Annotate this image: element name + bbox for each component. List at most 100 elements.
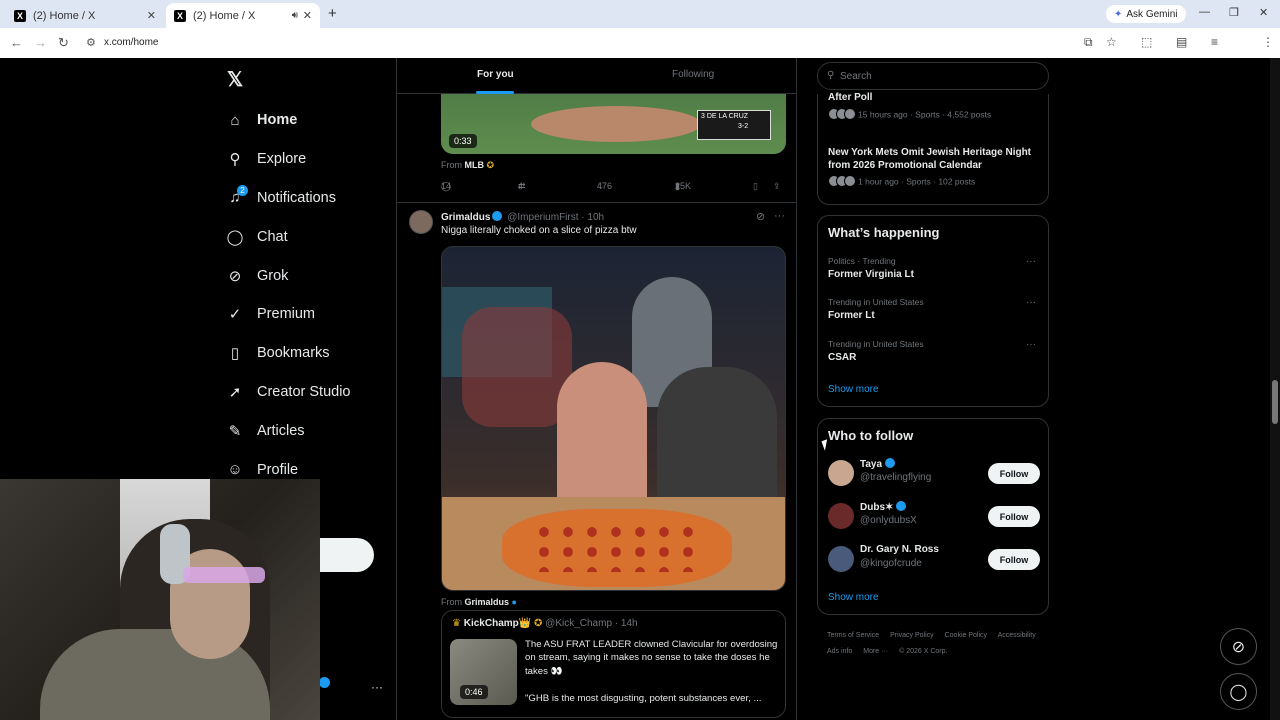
follow-suggestion[interactable]: Dr. Gary N. Ross @kingofcrude Follow bbox=[828, 544, 1040, 576]
close-icon[interactable]: ✕ bbox=[303, 9, 312, 22]
show-more-link[interactable]: Show more bbox=[828, 592, 879, 603]
url-field[interactable]: x.com/home bbox=[104, 37, 158, 48]
footer-link[interactable]: More ··· bbox=[863, 648, 888, 655]
nav-label: Home bbox=[257, 112, 298, 129]
browser-tab-2[interactable]: X (2) Home / X 🔊︎ ✕ bbox=[166, 3, 320, 28]
nav-item-articles[interactable]: ✎ Articles bbox=[225, 411, 351, 450]
media-icon[interactable]: ≡ bbox=[1211, 35, 1218, 49]
bookmark-icon[interactable]: ▯ bbox=[753, 181, 758, 192]
trend-item[interactable]: Trending in United States CSAR bbox=[828, 339, 924, 363]
nav-label: Profile bbox=[257, 461, 299, 478]
footer-link[interactable]: Cookie Policy bbox=[945, 632, 987, 639]
show-more-link[interactable]: Show more bbox=[828, 384, 879, 395]
footer-link[interactable]: Ads info bbox=[827, 648, 852, 655]
avatar[interactable] bbox=[828, 546, 854, 572]
user-name: Dubs✶ bbox=[860, 501, 907, 513]
quoted-video-thumbnail[interactable]: 0:46 bbox=[450, 639, 517, 705]
author-handle[interactable]: @ImperiumFirst bbox=[507, 212, 578, 223]
verified-gold-icon: ✪ bbox=[486, 160, 495, 170]
maximize-icon[interactable]: ❐ bbox=[1229, 6, 1239, 19]
nav-label: Premium bbox=[257, 306, 316, 323]
trend-meta: Trending in United States bbox=[828, 297, 924, 307]
nav-item-grok[interactable]: ⊘ Grok bbox=[225, 256, 351, 295]
follow-button[interactable]: Follow bbox=[988, 506, 1040, 527]
follow-suggestion[interactable]: Taya @travelingflying Follow bbox=[828, 458, 1040, 490]
star-icon[interactable]: ☆ bbox=[1106, 35, 1117, 49]
avatar[interactable] bbox=[409, 210, 433, 234]
nav-item-premium[interactable]: ✓ Premium bbox=[225, 295, 351, 334]
chat-fab[interactable]: ◯ bbox=[1220, 673, 1257, 710]
avatar[interactable] bbox=[828, 460, 854, 486]
nav-item-home[interactable]: ⌂ Home bbox=[225, 101, 351, 140]
footer-link[interactable]: Terms of Service bbox=[827, 632, 879, 639]
forward-icon[interactable]: → bbox=[34, 35, 47, 50]
nav-item-creator-studio[interactable]: ➚ Creator Studio bbox=[225, 373, 351, 412]
trend-item[interactable]: Politics · Trending Former Virginia Lt bbox=[828, 256, 914, 280]
window-close-icon[interactable]: ✕ bbox=[1259, 6, 1268, 19]
divider bbox=[397, 202, 796, 203]
search-input[interactable]: ⚲ Search bbox=[817, 62, 1049, 90]
more-icon[interactable]: ··· bbox=[1026, 256, 1036, 267]
trend-item[interactable]: After Poll 15 hours ago · Sports · 4,552… bbox=[828, 92, 991, 122]
ask-gemini-button[interactable]: ✦ Ask Gemini bbox=[1106, 5, 1186, 23]
follow-button[interactable]: Follow bbox=[988, 549, 1040, 570]
pizza-video[interactable] bbox=[441, 246, 786, 591]
card-title: Who to follow bbox=[828, 428, 914, 443]
person-icon: ☺ bbox=[227, 461, 243, 479]
user-name: Dr. Gary N. Ross bbox=[860, 544, 939, 555]
webcam-overlay bbox=[0, 479, 320, 720]
extensions-icon[interactable]: ⬚ bbox=[1141, 35, 1152, 49]
menu-icon[interactable]: ⋮ bbox=[1262, 35, 1274, 49]
tab-following[interactable]: Following bbox=[672, 69, 714, 80]
reload-icon[interactable]: ↻ bbox=[58, 35, 69, 51]
grok-icon[interactable]: ⊘ bbox=[756, 210, 765, 223]
back-icon[interactable]: ← bbox=[10, 35, 23, 50]
user-handle: @onlydubsX bbox=[860, 515, 917, 526]
avatar[interactable] bbox=[828, 503, 854, 529]
from-name[interactable]: Grimaldus bbox=[465, 597, 510, 607]
share-icon[interactable]: ⇪ bbox=[773, 181, 781, 192]
nav-item-explore[interactable]: ⚲ Explore bbox=[225, 140, 351, 179]
trend-title: After Poll bbox=[828, 92, 873, 103]
new-tab-icon[interactable]: + bbox=[328, 5, 337, 22]
more-icon[interactable]: ··· bbox=[774, 210, 785, 222]
x-logo-icon[interactable]: 𝕏 bbox=[227, 67, 243, 92]
post-time[interactable]: · 10h bbox=[581, 212, 604, 223]
more-icon[interactable]: ··· bbox=[1026, 297, 1036, 308]
footer-link[interactable]: Accessibility bbox=[998, 632, 1036, 639]
speaker-icon[interactable]: 🔊︎ bbox=[292, 10, 298, 21]
scrollbar-thumb[interactable] bbox=[1272, 380, 1278, 424]
footer-links: Terms of Service Privacy Policy Cookie P… bbox=[827, 628, 1047, 660]
nav-item-chat[interactable]: ◯ Chat bbox=[225, 217, 351, 256]
author-name[interactable]: Grimaldus bbox=[441, 212, 490, 223]
follow-suggestion[interactable]: Dubs✶ @onlydubsX Follow bbox=[828, 501, 1040, 533]
more-icon[interactable]: ··· bbox=[1026, 339, 1036, 350]
nav-item-bookmarks[interactable]: ▯ Bookmarks bbox=[225, 334, 351, 373]
trend-item[interactable]: Trending in United States Former Lt bbox=[828, 297, 924, 321]
background-crowd bbox=[462, 307, 572, 427]
trend-meta: Trending in United States bbox=[828, 339, 924, 349]
close-icon[interactable]: ✕ bbox=[147, 9, 156, 22]
quoted-post[interactable]: ♛ KickChamp👑 ✪ @Kick_Champ · 14h 0:46 Th… bbox=[441, 610, 786, 718]
chat-icon: ◯ bbox=[226, 228, 244, 246]
trend-item[interactable]: New York Mets Omit Jewish Heritage Night… bbox=[828, 146, 1043, 189]
nav-item-notifications[interactable]: ♫ 2 Notifications bbox=[225, 179, 351, 218]
primary-nav: ⌂ Home ⚲ Explore ♫ 2 Notifications ◯ Chat ⊘ Gr… bbox=[225, 101, 351, 489]
grok-icon: ⊘ bbox=[1231, 638, 1246, 656]
install-icon[interactable]: ⧉ bbox=[1084, 35, 1093, 50]
browser-tab-1[interactable]: X (2) Home / X ✕ bbox=[6, 3, 164, 28]
follow-button[interactable]: Follow bbox=[988, 463, 1040, 484]
more-icon[interactable]: ··· bbox=[371, 680, 383, 694]
footer-link[interactable]: Privacy Policy bbox=[890, 632, 934, 639]
from-name[interactable]: MLB bbox=[465, 160, 485, 170]
whats-happening-card: What’s happening Politics · Trending Form… bbox=[817, 215, 1049, 407]
tab-for-you[interactable]: For you bbox=[477, 69, 514, 80]
minimize-icon[interactable]: — bbox=[1199, 6, 1210, 18]
grok-fab[interactable]: ⊘ bbox=[1220, 628, 1257, 665]
baseball-video[interactable]: 3 DE LA CRUZ 3-2 0:33 bbox=[441, 94, 786, 154]
scrollbar[interactable] bbox=[1270, 58, 1280, 720]
site-info-icon[interactable]: ⚙ bbox=[86, 36, 96, 49]
sidepanel-icon[interactable]: ▤ bbox=[1176, 35, 1187, 49]
quoted-name[interactable]: KickChamp👑 bbox=[464, 618, 531, 629]
post-button[interactable] bbox=[320, 538, 374, 572]
